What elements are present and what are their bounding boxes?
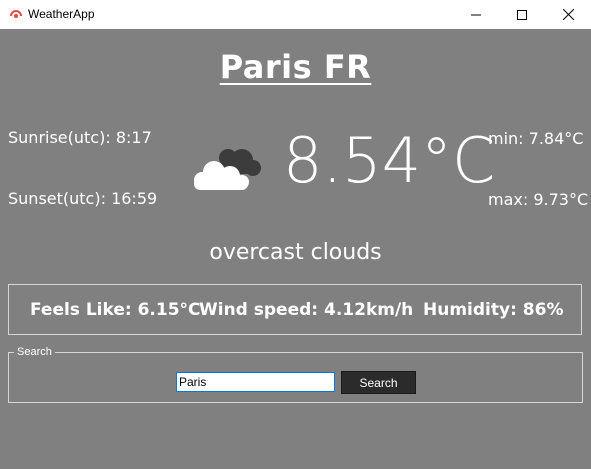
minimize-button[interactable] — [453, 0, 499, 29]
city-title: Paris FR — [219, 48, 372, 86]
window-title: WeatherApp — [28, 7, 95, 21]
close-icon — [562, 9, 574, 20]
overcast-clouds-icon — [194, 149, 261, 190]
close-button[interactable] — [545, 0, 591, 29]
search-group-label: Search — [14, 346, 55, 358]
search-input[interactable] — [176, 372, 335, 392]
feels-like-label: Feels Like: 6.15°C — [30, 300, 201, 320]
sunrise-label: Sunrise(utc): 8:17 — [8, 128, 152, 147]
sunset-label: Sunset(utc): 16:59 — [8, 189, 158, 208]
maximize-icon — [517, 9, 527, 20]
app-icon — [10, 10, 22, 18]
current-temperature: 8.54°C — [283, 124, 496, 197]
min-temperature-label: min: 7.84°C — [488, 129, 584, 148]
maximize-button[interactable] — [499, 0, 545, 29]
max-temperature-label: max: 9.73°C — [488, 190, 589, 209]
wind-speed-label: Wind speed: 4.12km/h — [199, 300, 414, 320]
title-bar: WeatherApp — [0, 0, 591, 29]
minimize-icon — [471, 14, 481, 15]
humidity-label: Humidity: 86% — [423, 300, 564, 320]
weather-description: overcast clouds — [209, 240, 382, 265]
search-button[interactable]: Search — [341, 371, 416, 394]
